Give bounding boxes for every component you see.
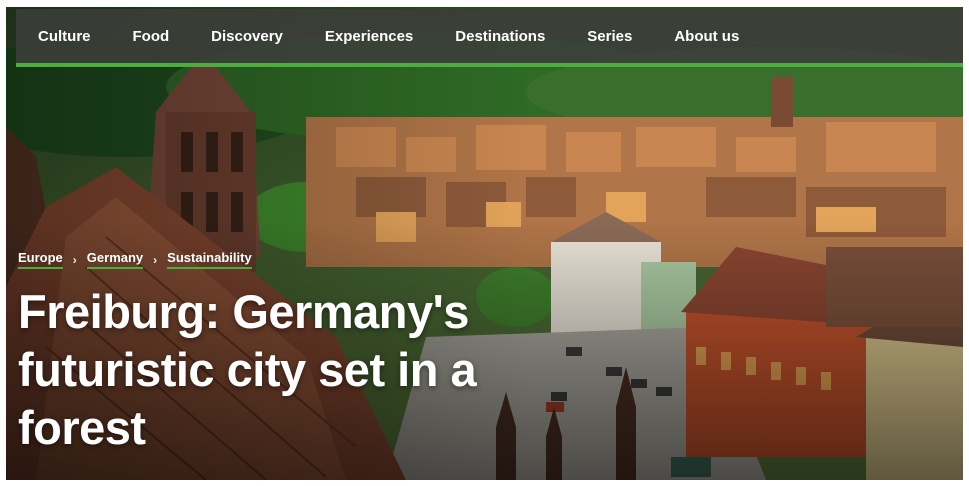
nav-item-about-us[interactable]: About us [674, 28, 739, 45]
nav-item-experiences[interactable]: Experiences [325, 28, 413, 45]
nav-item-discovery[interactable]: Discovery [211, 28, 283, 45]
breadcrumb-separator: › [72, 252, 77, 267]
breadcrumb-europe[interactable]: Europe [18, 250, 63, 269]
nav-item-food[interactable]: Food [133, 28, 170, 45]
breadcrumb: Europe › Germany › Sustainability [18, 250, 252, 269]
nav-item-destinations[interactable]: Destinations [455, 28, 545, 45]
hero-frame: Culture Food Discovery Experiences Desti… [6, 7, 963, 480]
nav-item-culture[interactable]: Culture [38, 28, 91, 45]
breadcrumb-sustainability[interactable]: Sustainability [167, 250, 252, 269]
breadcrumb-germany[interactable]: Germany [86, 250, 144, 269]
article-title: Freiburg: Germany's futuristic city set … [18, 285, 477, 454]
breadcrumb-separator: › [153, 252, 158, 267]
main-nav: Culture Food Discovery Experiences Desti… [16, 9, 963, 67]
nav-item-series[interactable]: Series [587, 28, 632, 45]
